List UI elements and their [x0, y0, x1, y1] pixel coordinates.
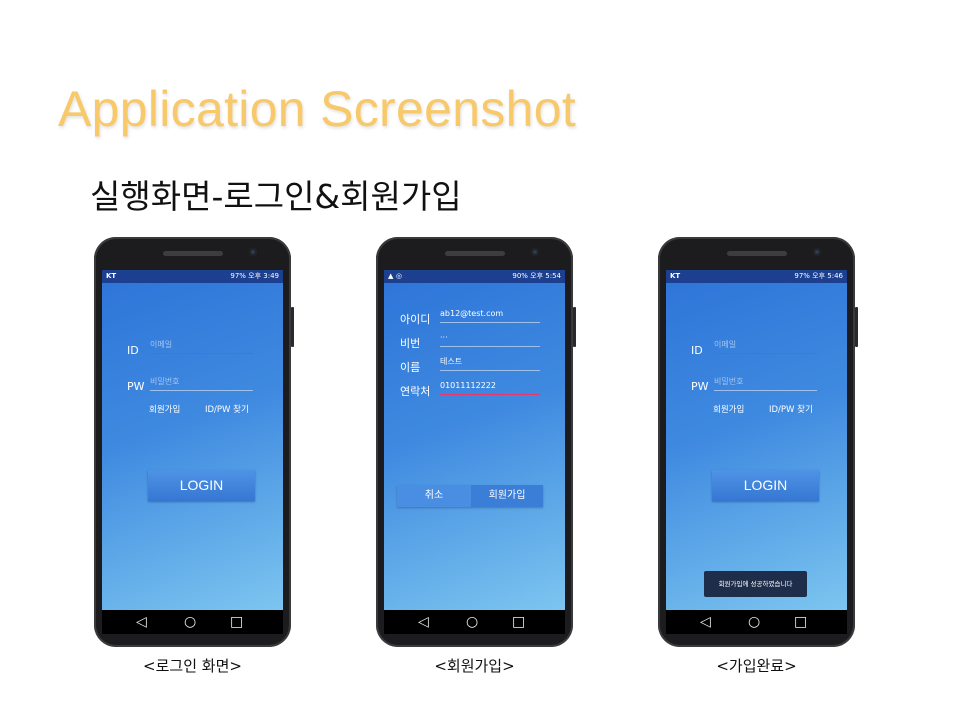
signup-success-toast: 회원가입에 성공하였습니다 [704, 571, 807, 597]
login-button[interactable]: LOGIN [148, 470, 255, 501]
cancel-button[interactable]: 취소 [397, 485, 471, 507]
carrier-label: KT [106, 272, 117, 280]
password-input[interactable]: 비밀번호 [150, 376, 253, 391]
speaker-grille [726, 251, 787, 256]
phone-signup: ▲ ◎ 90% 오후 5:54 아이디 ab12@test.com 비번 ···… [376, 237, 576, 647]
phone-input[interactable]: 01011112222 [440, 380, 540, 395]
login-screen: KT 97% 오후 3:49 ID 이메일 PW 비밀번호 회원가입 ID/PW… [102, 270, 283, 610]
find-id-pw-link[interactable]: ID/PW 찾기 [205, 403, 249, 415]
slide-subtitle: 실행화면-로그인&회원가입 [90, 177, 462, 216]
pw-label: PW [691, 380, 709, 393]
front-camera [813, 248, 821, 256]
signup-link[interactable]: 회원가입 [713, 403, 744, 415]
carrier-label: KT [670, 272, 681, 280]
nav-bar: ◁ ○ □ [666, 610, 847, 634]
back-icon[interactable]: ◁ [418, 613, 429, 631]
username-input[interactable]: ab12@test.com [440, 308, 540, 323]
front-camera [249, 248, 257, 256]
signup-screen: ▲ ◎ 90% 오후 5:54 아이디 ab12@test.com 비번 ···… [384, 270, 565, 610]
signup-button[interactable]: 회원가입 [471, 485, 543, 507]
speaker-grille [444, 251, 505, 256]
email-input[interactable]: 이메일 [150, 339, 253, 354]
id-label: ID [127, 344, 139, 357]
recent-apps-icon[interactable]: □ [794, 613, 807, 631]
caption-signup-complete: <가입완료> [716, 657, 797, 675]
email-input[interactable]: 이메일 [714, 339, 817, 354]
home-icon[interactable]: ○ [466, 613, 478, 631]
status-bar: ▲ ◎ 90% 오후 5:54 [384, 270, 565, 283]
signup-button-row: 취소 회원가입 [397, 485, 543, 507]
status-bar: KT 97% 오후 3:49 [102, 270, 283, 283]
side-button [291, 307, 294, 347]
back-icon[interactable]: ◁ [136, 613, 147, 631]
status-info: 97% 오후 5:46 [794, 272, 843, 280]
back-icon[interactable]: ◁ [700, 613, 711, 631]
side-button [855, 307, 858, 347]
home-icon[interactable]: ○ [184, 613, 196, 631]
find-id-pw-link[interactable]: ID/PW 찾기 [769, 403, 813, 415]
front-camera [531, 248, 539, 256]
status-bar: KT 97% 오후 5:46 [666, 270, 847, 283]
slide-title: Application Screenshot [58, 81, 577, 137]
phone-login: KT 97% 오후 3:49 ID 이메일 PW 비밀번호 회원가입 ID/PW… [94, 237, 294, 647]
status-info: 90% 오후 5:54 [512, 272, 561, 280]
username-label: 아이디 [400, 313, 431, 326]
speaker-grille [162, 251, 223, 256]
caption-login: <로그인 화면> [143, 657, 242, 675]
password-input[interactable]: ··· [440, 332, 540, 347]
signup-link[interactable]: 회원가입 [149, 403, 180, 415]
login-button[interactable]: LOGIN [712, 470, 819, 501]
phone-label: 연락처 [400, 385, 431, 398]
side-button [573, 307, 576, 347]
pw-label: PW [127, 380, 145, 393]
password-input[interactable]: 비밀번호 [714, 376, 817, 391]
home-icon[interactable]: ○ [748, 613, 760, 631]
name-label: 이름 [400, 361, 421, 374]
password-label: 비번 [400, 337, 421, 350]
status-info: 97% 오후 3:49 [230, 272, 279, 280]
id-label: ID [691, 344, 703, 357]
name-input[interactable]: 테스트 [440, 356, 540, 371]
nav-bar: ◁ ○ □ [384, 610, 565, 634]
recent-apps-icon[interactable]: □ [230, 613, 243, 631]
phone-signup-complete: KT 97% 오후 5:46 ID 이메일 PW 비밀번호 회원가입 ID/PW… [658, 237, 858, 647]
recent-apps-icon[interactable]: □ [512, 613, 525, 631]
nav-bar: ◁ ○ □ [102, 610, 283, 634]
caption-signup: <회원가입> [434, 657, 515, 675]
signup-complete-screen: KT 97% 오후 5:46 ID 이메일 PW 비밀번호 회원가입 ID/PW… [666, 270, 847, 610]
warning-icon: ▲ ◎ [388, 272, 402, 280]
